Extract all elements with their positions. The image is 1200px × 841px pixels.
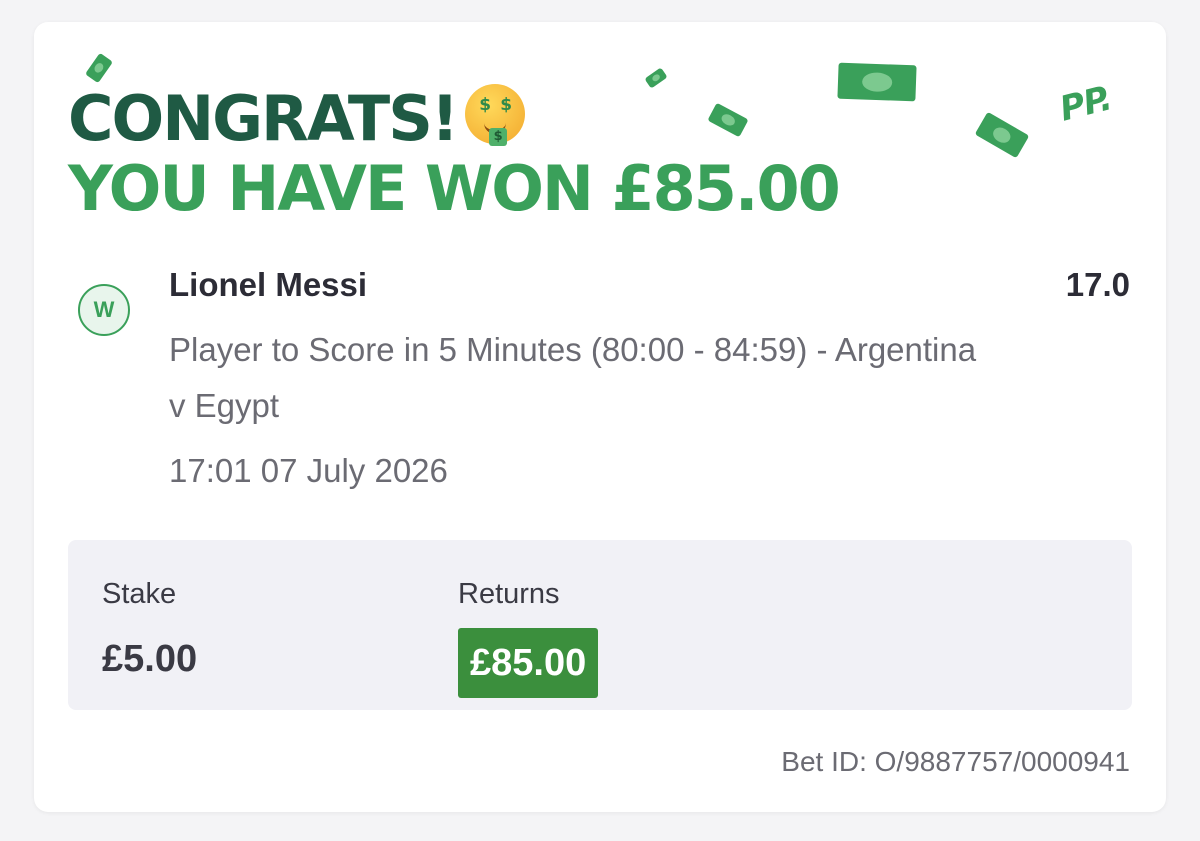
selection-name: Lionel Messi: [169, 266, 368, 303]
congrats-text: CONGRATS!: [68, 82, 459, 155]
winnings-heading: YOU HAVE WON £85.00: [68, 152, 841, 225]
returns-value: £85.00: [458, 628, 599, 698]
money-mouth-face-icon: $ $ $: [465, 84, 527, 146]
stake-value: £5.00: [102, 638, 198, 680]
odds-value: 17.0: [1065, 266, 1130, 303]
banknote-icon: [84, 52, 114, 84]
banknote-icon: [974, 111, 1030, 159]
returns-label: Returns: [458, 578, 560, 610]
congrats-heading: CONGRATS! $ $ $: [68, 84, 527, 154]
stake-label: Stake: [102, 578, 177, 610]
bet-summary-panel: Stake £5.00 Returns £85.00: [68, 540, 1132, 710]
win-result-badge: W: [78, 284, 130, 336]
bet-datetime: 17:01 07 July 2026: [169, 452, 448, 489]
bet-id: Bet ID: O/9887757/0000941: [781, 746, 1130, 777]
brand-logo: PP.: [1055, 78, 1116, 130]
bet-win-card: PP. CONGRATS! $ $ $ YOU HAVE WON £85.00 W L…: [34, 22, 1166, 812]
market-description: Player to Score in 5 Minutes (80:00 - 84…: [169, 331, 977, 424]
banknote-icon: [707, 102, 749, 138]
banknote-icon: [837, 62, 917, 102]
banknote-icon: [644, 67, 668, 89]
